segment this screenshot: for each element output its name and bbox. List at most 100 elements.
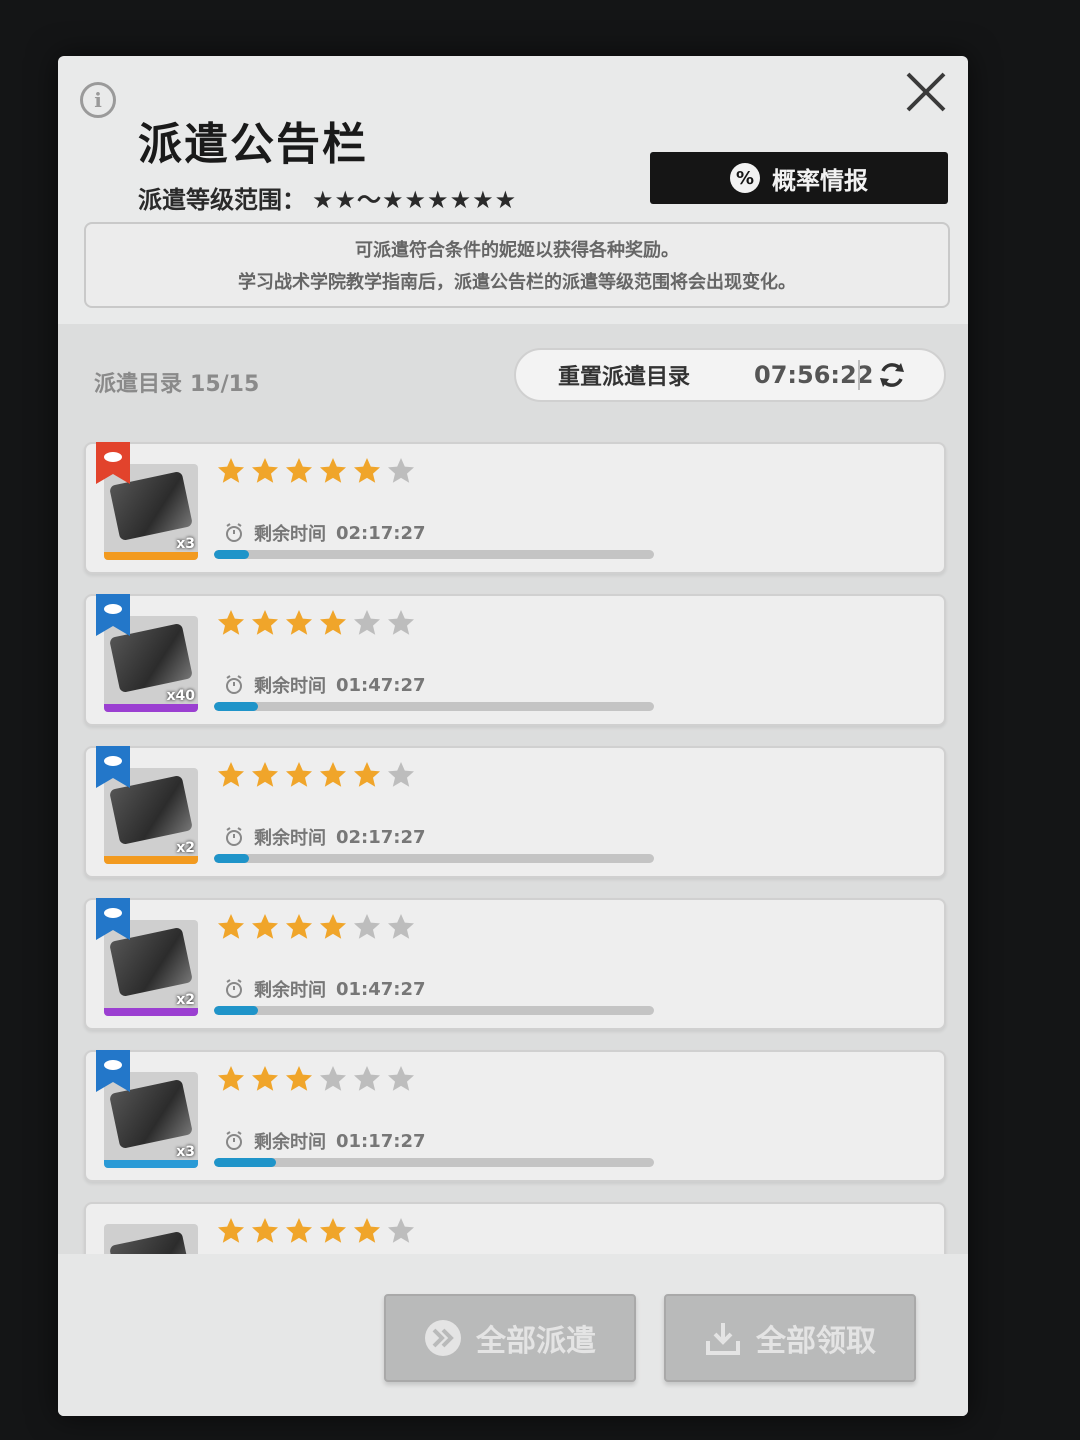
star-rating	[216, 608, 416, 638]
star-filled-icon	[320, 914, 346, 939]
star-filled-icon	[286, 914, 312, 939]
divider	[858, 360, 860, 390]
dispatch-list-area: 派遣目录 15/15 重置派遣目录 07:56:22 x3 剩余时间 02:17:27…	[58, 324, 968, 1334]
star-filled-icon	[320, 458, 346, 483]
star-filled-icon	[252, 610, 278, 635]
info-icon[interactable]: i	[80, 82, 116, 118]
item-quantity: x2	[176, 840, 195, 856]
item-quantity: x40	[166, 688, 195, 704]
progress-fill	[214, 1158, 276, 1167]
dispatch-all-label: 全部派遣	[476, 1324, 596, 1359]
star-empty-icon	[354, 914, 380, 939]
ribbon-flag-icon	[96, 1050, 130, 1092]
progress-fill	[214, 854, 250, 863]
star-rating	[216, 456, 416, 486]
star-filled-icon	[354, 1218, 380, 1243]
star-filled-icon	[286, 762, 312, 787]
remaining-time-label: 剩余时间	[254, 1132, 326, 1153]
mission-card[interactable]: x3 剩余时间 02:17:27	[84, 442, 946, 574]
item-quantity: x3	[176, 1144, 195, 1160]
remaining-time-label: 剩余时间	[254, 980, 326, 1001]
remaining-time-value: 02:17:27	[336, 522, 426, 544]
star-filled-icon	[252, 762, 278, 787]
list-label-text: 派遣目录	[94, 372, 183, 397]
claim-all-label: 全部领取	[756, 1324, 876, 1359]
claim-all-button[interactable]: 全部领取	[664, 1294, 916, 1382]
rarity-bar	[104, 704, 198, 712]
remaining-time-value: 01:17:27	[336, 1130, 426, 1152]
dispatch-progress-bar	[214, 1158, 654, 1167]
alarm-clock-icon	[226, 1131, 242, 1150]
remaining-time-label: 剩余时间	[254, 828, 326, 849]
remaining-time-value: 01:47:27	[336, 978, 426, 1000]
rarity-bar	[104, 552, 198, 560]
alarm-clock-icon	[226, 979, 242, 998]
star-filled-icon	[354, 762, 380, 787]
progress-fill	[214, 1006, 258, 1015]
star-empty-icon	[388, 1218, 414, 1243]
remaining-time-row: 剩余时间 01:47:27	[224, 976, 426, 1002]
percent-icon: %	[730, 163, 760, 193]
mission-card[interactable]: x2 剩余时间 01:47:27	[84, 898, 946, 1030]
star-filled-icon	[252, 914, 278, 939]
star-empty-icon	[388, 1066, 414, 1091]
range-label: 派遣等级范围：	[138, 186, 306, 214]
star-filled-icon	[218, 762, 244, 787]
star-empty-icon	[354, 1066, 380, 1091]
star-empty-icon	[388, 762, 414, 787]
star-empty-icon	[354, 610, 380, 635]
star-filled-icon	[218, 458, 244, 483]
close-icon[interactable]	[904, 70, 948, 114]
notice-line-1: 可派遣符合条件的妮姬以获得各种奖励。	[355, 240, 679, 261]
alarm-clock-icon	[226, 675, 242, 694]
star-rating	[216, 760, 416, 790]
remaining-time-label: 剩余时间	[254, 676, 326, 697]
progress-fill	[214, 550, 250, 559]
mission-card[interactable]: x2 剩余时间 02:17:27	[84, 746, 946, 878]
ribbon-flag-icon	[96, 898, 130, 940]
star-filled-icon	[218, 610, 244, 635]
dispatch-progress-bar	[214, 854, 654, 863]
dispatch-all-button[interactable]: 全部派遣	[384, 1294, 636, 1382]
mission-card[interactable]: x3 剩余时间 01:17:27	[84, 1050, 946, 1182]
dispatch-progress-bar	[214, 550, 654, 559]
star-rating	[216, 1216, 416, 1246]
reset-timer: 07:56:22	[754, 361, 874, 389]
star-filled-icon	[286, 1066, 312, 1091]
double-chevron-icon	[425, 1320, 461, 1356]
page-title: 派遣公告栏	[138, 119, 368, 170]
mission-card[interactable]: x40 剩余时间 01:47:27	[84, 594, 946, 726]
alarm-clock-icon	[226, 523, 242, 542]
star-filled-icon	[218, 1218, 244, 1243]
alarm-clock-icon	[226, 827, 242, 846]
rarity-bar	[104, 1160, 198, 1168]
dispatch-level-range: 派遣等级范围： ★★～★★★★★★	[138, 180, 517, 215]
dispatch-list-label: 派遣目录 15/15	[94, 366, 259, 398]
dispatch-board-panel: i 派遣公告栏 派遣等级范围： ★★～★★★★★★ % 概率情报 可派遣符合条件的…	[58, 56, 968, 1416]
reset-list-bar: 重置派遣目录 07:56:22	[514, 348, 946, 402]
star-empty-icon	[388, 914, 414, 939]
star-rating	[216, 912, 416, 942]
remaining-time-row: 剩余时间 02:17:27	[224, 520, 426, 546]
range-stars: ★★～★★★★★★	[312, 186, 518, 214]
download-icon	[706, 1323, 740, 1355]
notice-box: 可派遣符合条件的妮姬以获得各种奖励。 学习战术学院教学指南后，派遣公告栏的派遣等…	[84, 222, 950, 308]
star-filled-icon	[252, 1066, 278, 1091]
ribbon-flag-icon	[96, 594, 130, 636]
rarity-bar	[104, 1008, 198, 1016]
probability-info-button[interactable]: % 概率情报	[650, 152, 948, 204]
rarity-bar	[104, 856, 198, 864]
refresh-icon[interactable]	[876, 359, 908, 391]
remaining-time-row: 剩余时间 01:17:27	[224, 1128, 426, 1154]
star-filled-icon	[218, 914, 244, 939]
star-filled-icon	[286, 610, 312, 635]
star-filled-icon	[286, 458, 312, 483]
reset-list-label: 重置派遣目录	[558, 365, 691, 390]
notice-line-2: 学习战术学院教学指南后，派遣公告栏的派遣等级范围将会出现变化。	[238, 272, 796, 293]
dispatch-progress-bar	[214, 1006, 654, 1015]
dispatch-progress-bar	[214, 702, 654, 711]
footer-actions: 全部派遣 全部领取	[58, 1254, 968, 1416]
star-filled-icon	[354, 458, 380, 483]
star-filled-icon	[252, 1218, 278, 1243]
star-empty-icon	[388, 458, 414, 483]
